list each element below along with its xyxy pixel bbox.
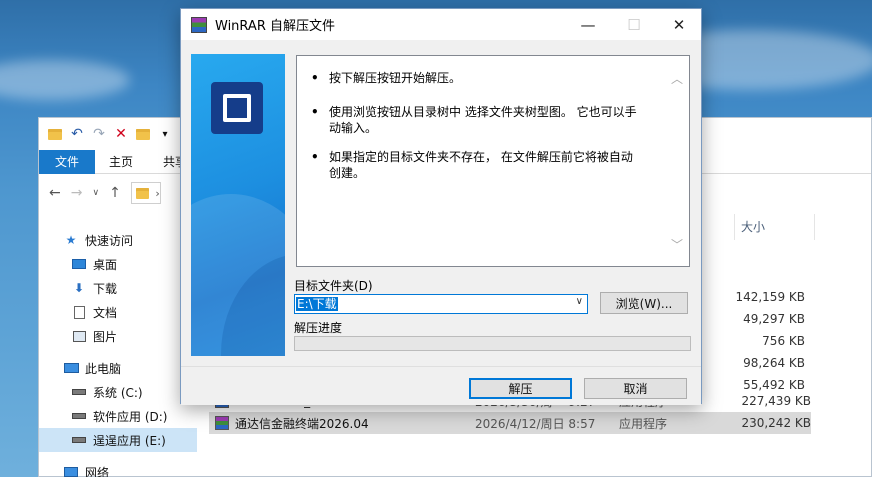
redo-icon[interactable]: ↷ [91,126,107,142]
nav-this-pc[interactable]: 此电脑 [39,356,197,380]
chevron-down-icon[interactable]: ∨ [576,296,583,307]
download-icon: ⬇ [73,281,85,295]
folder-icon[interactable] [47,126,63,142]
address-bar[interactable]: › [130,182,161,204]
file-size: 98,264 KB [743,356,805,370]
nav-label: 桌面 [93,257,118,272]
new-folder-icon[interactable] [135,126,151,142]
nav-label: 文档 [93,305,118,320]
winrar-sfx-dialog: WinRAR 自解压文件 — ☐ ✕ 按下解压按钮开始解压。 使用浏览按钮从目录… [180,8,702,405]
file-size: 227,439 KB [741,394,811,408]
instruction-item: 按下解压按钮开始解压。 [311,70,639,86]
recent-locations-icon[interactable]: ∨ [92,188,99,198]
close-button[interactable]: ✕ [656,9,702,40]
file-type: 应用程序 [619,416,668,431]
scroll-up-icon[interactable]: ︿ [671,70,683,87]
drive-icon [71,433,87,447]
back-icon[interactable]: ← [49,185,61,201]
nav-documents[interactable]: 文档 [39,300,197,324]
extraction-progress-bar [294,336,691,351]
winrar-icon [191,16,207,33]
nav-quick-access[interactable]: ★ 快速访问 [39,228,197,252]
title-bar[interactable]: WinRAR 自解压文件 — ☐ ✕ [181,9,701,40]
file-row[interactable]: 通达信金融终端2026.04 2026/4/12/周日 8:57 应用程序 23… [209,412,811,434]
customize-toolbar-icon[interactable]: ▾ [157,126,173,142]
nav-drive-e[interactable]: 逞逞应用 (E:) [39,428,197,452]
file-size: 230,242 KB [741,416,811,430]
extract-button[interactable]: 解压 [469,378,572,399]
picture-icon [71,329,87,343]
dialog-title: WinRAR 自解压文件 [215,19,335,34]
file-name: 通达信金融终端2026.04 [235,416,369,431]
instruction-item: 使用浏览按钮从目录树中 选择文件夹树型图。 它也可以手动输入。 [311,104,639,136]
computer-icon [63,361,79,375]
file-size: 142,159 KB [735,290,805,304]
column-separator[interactable] [814,214,815,240]
document-icon [71,305,87,319]
nav-label: 图片 [93,329,118,344]
nav-label: 快速访问 [85,233,134,248]
file-date: 2026/4/12/周日 8:57 [475,416,596,431]
minimize-button[interactable]: — [565,9,611,40]
destination-folder-input[interactable]: E:\下载 ∨ [294,294,588,314]
star-icon: ★ [65,233,77,247]
desktop-icon [71,257,87,271]
forward-icon[interactable]: → [71,185,83,201]
chevron-right-icon: › [155,186,160,200]
destination-folder-value: E:\下载 [296,297,338,311]
drive-icon [71,385,87,399]
background-cloud [0,60,130,100]
nav-desktop[interactable]: 桌面 [39,252,197,276]
nav-label: 逞逞应用 (E:) [93,433,166,448]
file-size: 756 KB [762,334,805,348]
maximize-button: ☐ [627,15,641,34]
app-icon [215,416,229,430]
nav-pictures[interactable]: 图片 [39,324,197,348]
instruction-item: 如果指定的目标文件夹不存在， 在文件解压前它将被自动创建。 [311,149,639,181]
nav-label: 此电脑 [85,361,122,376]
nav-network[interactable]: 网络 [39,460,197,477]
file-size: 49,297 KB [743,312,805,326]
up-icon[interactable]: ↑ [109,185,121,201]
nav-label: 网络 [85,465,110,477]
winrar-banner [191,54,285,356]
tab-file[interactable]: 文件 [39,150,95,174]
nav-drive-d[interactable]: 软件应用 (D:) [39,404,197,428]
cancel-button[interactable]: 取消 [584,378,687,399]
destination-folder-label: 目标文件夹(D) [294,279,373,293]
drive-icon [71,409,87,423]
column-header-size[interactable]: 大小 [734,214,814,240]
tab-home[interactable]: 主页 [95,150,147,174]
progress-label: 解压进度 [294,321,343,335]
network-icon [63,465,79,477]
nav-label: 软件应用 (D:) [93,409,168,424]
scroll-down-icon[interactable]: ﹀ [671,236,683,253]
winrar-logo-icon [211,82,263,134]
delete-icon[interactable]: ✕ [113,126,129,142]
browse-button[interactable]: 浏览(W)... [600,292,688,314]
nav-label: 系统 (C:) [93,385,143,400]
dialog-footer: 解压 取消 [181,366,701,405]
instructions-box: 按下解压按钮开始解压。 使用浏览按钮从目录树中 选择文件夹树型图。 它也可以手动… [296,55,690,267]
undo-icon[interactable]: ↶ [69,126,85,142]
navigation-pane: ★ 快速访问 桌面 ⬇ 下载 文档 图片 此电脑 系统 (C:) 软件应用 (D… [39,218,197,477]
nav-downloads[interactable]: ⬇ 下载 [39,276,197,300]
nav-label: 下载 [93,281,118,296]
nav-drive-c[interactable]: 系统 (C:) [39,380,197,404]
folder-icon [135,187,150,199]
